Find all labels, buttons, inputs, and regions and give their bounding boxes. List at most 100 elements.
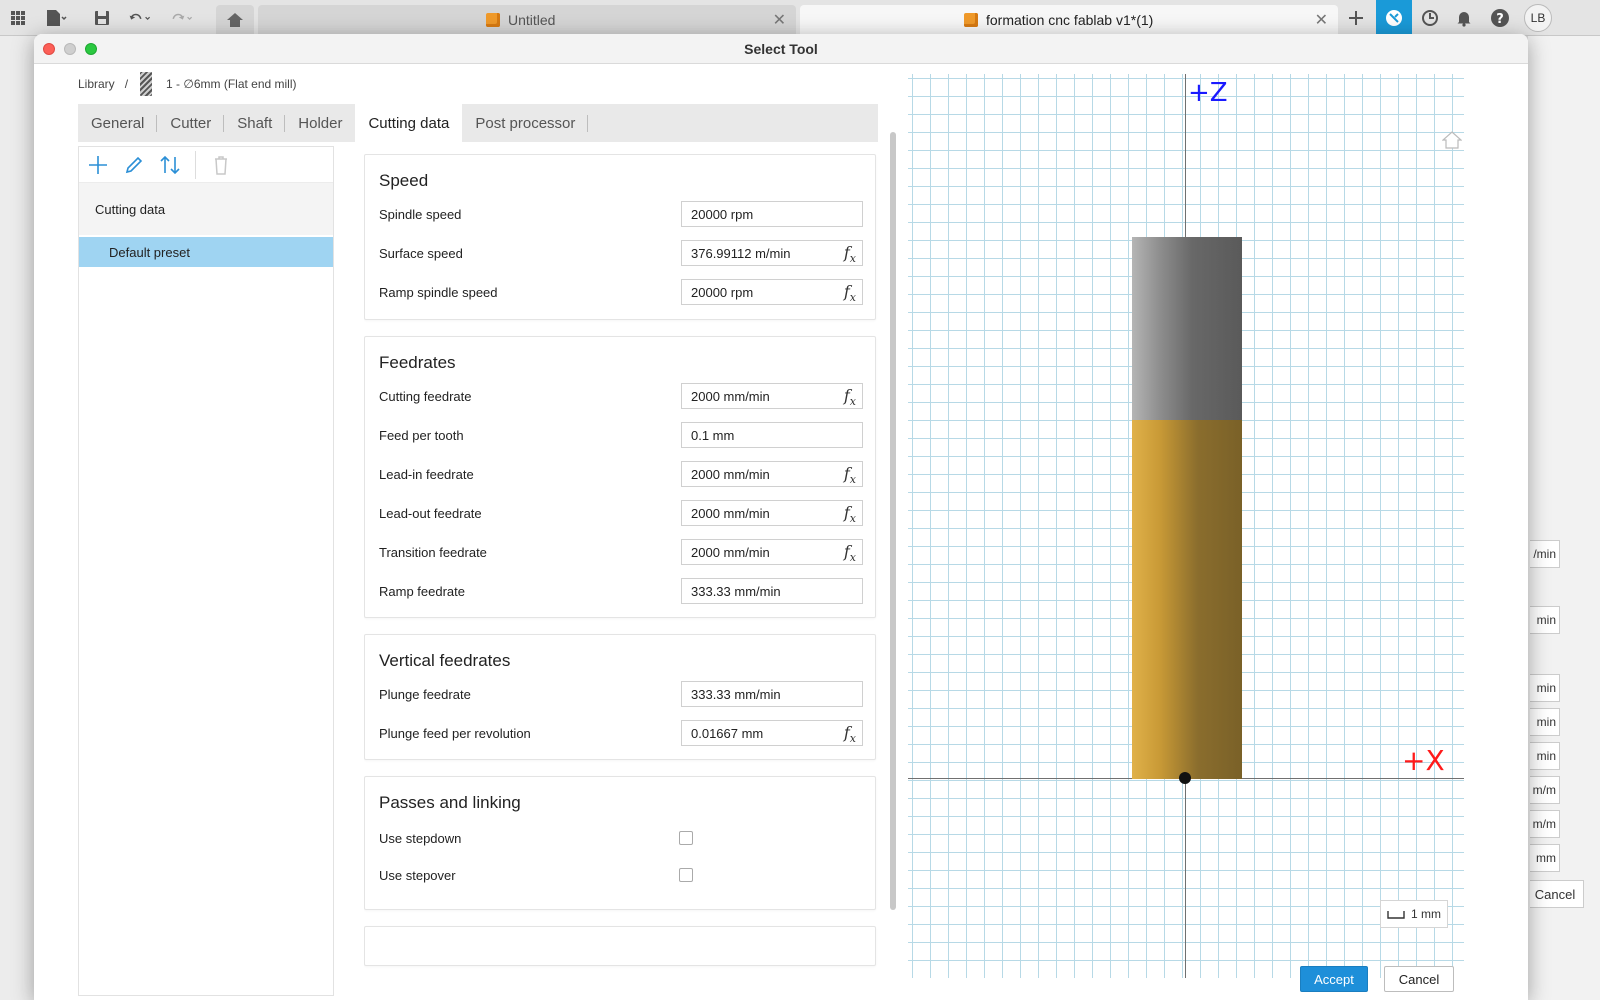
formula-fx-icon[interactable]: fx <box>844 464 856 486</box>
use-stepdown-checkbox[interactable] <box>679 831 693 845</box>
formula-fx-icon[interactable]: fx <box>844 243 856 265</box>
svg-text:?: ? <box>1496 12 1504 27</box>
x-axis-label: +X <box>1402 744 1445 777</box>
document-cube-icon <box>964 13 978 27</box>
section-title: Feedrates <box>379 353 456 372</box>
close-window-button[interactable] <box>43 43 55 55</box>
breadcrumb-library-link[interactable]: Library <box>78 77 115 91</box>
breadcrumb: Library / 1 - ∅6mm (Flat end mill) <box>78 70 297 98</box>
form-scrollbar[interactable] <box>890 132 896 910</box>
checkbox-row: Use stepdown <box>379 825 863 851</box>
document-tab-label: Untitled <box>508 12 556 28</box>
formula-fx-icon[interactable]: fx <box>844 723 856 745</box>
lead-in-feedrate-field[interactable]: 2000 mm/min fx <box>681 461 863 487</box>
formula-fx-icon[interactable]: fx <box>844 282 856 304</box>
background-field: mm <box>1530 844 1560 872</box>
undo-icon[interactable] <box>128 6 152 30</box>
background-field: m/m <box>1530 810 1560 838</box>
vertical-feedrates-section: Vertical feedrates Plunge feedrate 333.3… <box>364 634 876 760</box>
cutting-feedrate-field[interactable]: 2000 mm/min fx <box>681 383 863 409</box>
background-field: min <box>1530 674 1560 702</box>
apps-grid-icon[interactable] <box>6 6 30 30</box>
extensions-icon[interactable] <box>1376 0 1412 36</box>
speed-row: Ramp spindle speed 20000 rpm fx <box>379 279 863 305</box>
background-field: min <box>1530 742 1560 770</box>
tab-cutter[interactable]: Cutter <box>157 104 225 142</box>
tool-preview-viewport[interactable]: +Z +X 1 mm <box>908 74 1464 978</box>
background-field: m/m <box>1530 776 1560 804</box>
delete-preset-icon[interactable] <box>208 152 234 178</box>
feed-per-tooth-field[interactable]: 0.1 mm <box>681 422 863 448</box>
feedrate-row: Cutting feedrate 2000 mm/min fx <box>379 383 863 409</box>
plunge-feed-per-revolution-field[interactable]: 0.01667 mm fx <box>681 720 863 746</box>
speed-section: Speed Spindle speed 20000 rpm Surface sp… <box>364 154 876 320</box>
feedrate-row: Transition feedrate 2000 mm/min fx <box>379 539 863 565</box>
document-tab-untitled[interactable]: Untitled ✕ <box>258 5 796 35</box>
home-view-icon[interactable] <box>1442 130 1462 150</box>
cancel-button[interactable]: Cancel <box>1384 966 1454 992</box>
close-tab-icon[interactable]: ✕ <box>773 10 786 30</box>
field-value: 20000 rpm <box>691 284 754 300</box>
next-section-peek <box>364 926 876 966</box>
tab-holder[interactable]: Holder <box>285 104 355 142</box>
formula-fx-icon[interactable]: fx <box>844 542 856 564</box>
minimize-window-button[interactable] <box>64 43 76 55</box>
tab-cutting-data[interactable]: Cutting data <box>355 104 463 142</box>
new-tab-icon[interactable] <box>1342 4 1370 32</box>
section-title: Speed <box>379 171 429 190</box>
job-status-icon[interactable] <box>1416 4 1444 32</box>
field-value: 2000 mm/min <box>691 544 770 560</box>
feedrate-row: Ramp feedrate 333.33 mm/min <box>379 578 863 604</box>
field-label: Lead-in feedrate <box>379 466 474 482</box>
field-label: Plunge feedrate <box>379 686 471 702</box>
document-tab-formation[interactable]: formation cnc fablab v1*(1) ✕ <box>800 5 1338 35</box>
ramp-spindle-speed-field[interactable]: 20000 rpm fx <box>681 279 863 305</box>
tab-general[interactable]: General <box>78 104 158 142</box>
background-workspace-left <box>0 36 36 1000</box>
formula-fx-icon[interactable]: fx <box>844 503 856 525</box>
field-value: 333.33 mm/min <box>691 583 781 599</box>
feedrate-row: Lead-in feedrate 2000 mm/min fx <box>379 461 863 487</box>
use-stepover-checkbox[interactable] <box>679 868 693 882</box>
save-icon[interactable] <box>90 6 114 30</box>
breadcrumb-separator: / <box>124 77 129 91</box>
lead-out-feedrate-field[interactable]: 2000 mm/min fx <box>681 500 863 526</box>
plunge-feedrate-field[interactable]: 333.33 mm/min <box>681 681 863 707</box>
preset-panel: Cutting data Default preset <box>78 146 334 996</box>
background-field: /min <box>1530 540 1560 568</box>
speed-row: Surface speed 376.99112 m/min fx <box>379 240 863 266</box>
notifications-icon[interactable] <box>1450 4 1478 32</box>
transition-feedrate-field[interactable]: 2000 mm/min fx <box>681 539 863 565</box>
home-tab[interactable] <box>216 5 254 35</box>
field-label: Lead-out feedrate <box>379 505 482 521</box>
preset-item-default[interactable]: Default preset <box>79 237 333 267</box>
edit-preset-icon[interactable] <box>121 152 147 178</box>
redo-icon[interactable] <box>170 6 194 30</box>
background-cancel-button: Cancel <box>1530 880 1584 908</box>
user-avatar[interactable]: LB <box>1524 4 1552 32</box>
add-preset-icon[interactable] <box>85 152 111 178</box>
preset-toolbar <box>79 147 333 183</box>
field-value: 333.33 mm/min <box>691 686 781 702</box>
zoom-window-button[interactable] <box>85 43 97 55</box>
accept-button[interactable]: Accept <box>1300 966 1368 992</box>
document-cube-icon <box>486 13 500 27</box>
toolbar-divider <box>195 150 196 179</box>
surface-speed-field[interactable]: 376.99112 m/min fx <box>681 240 863 266</box>
background-field: min <box>1530 708 1560 736</box>
cutting-data-form: Speed Spindle speed 20000 rpm Surface sp… <box>364 154 882 1000</box>
ramp-feedrate-field[interactable]: 333.33 mm/min <box>681 578 863 604</box>
formula-fx-icon[interactable]: fx <box>844 386 856 408</box>
dialog-title: Select Tool <box>744 40 818 57</box>
tab-post-processor[interactable]: Post processor <box>462 104 589 142</box>
field-label: Surface speed <box>379 245 463 261</box>
sort-preset-icon[interactable] <box>157 152 183 178</box>
file-menu-icon[interactable] <box>44 6 68 30</box>
spindle-speed-field[interactable]: 20000 rpm <box>681 201 863 227</box>
field-value: 0.1 mm <box>691 427 735 443</box>
help-icon[interactable]: ? <box>1486 4 1514 32</box>
select-tool-dialog: Select Tool Library / 1 - ∅6mm (Flat end… <box>34 34 1528 1000</box>
tab-shaft[interactable]: Shaft <box>224 104 286 142</box>
scale-label: 1 mm <box>1411 907 1441 921</box>
close-tab-icon[interactable]: ✕ <box>1315 10 1328 30</box>
